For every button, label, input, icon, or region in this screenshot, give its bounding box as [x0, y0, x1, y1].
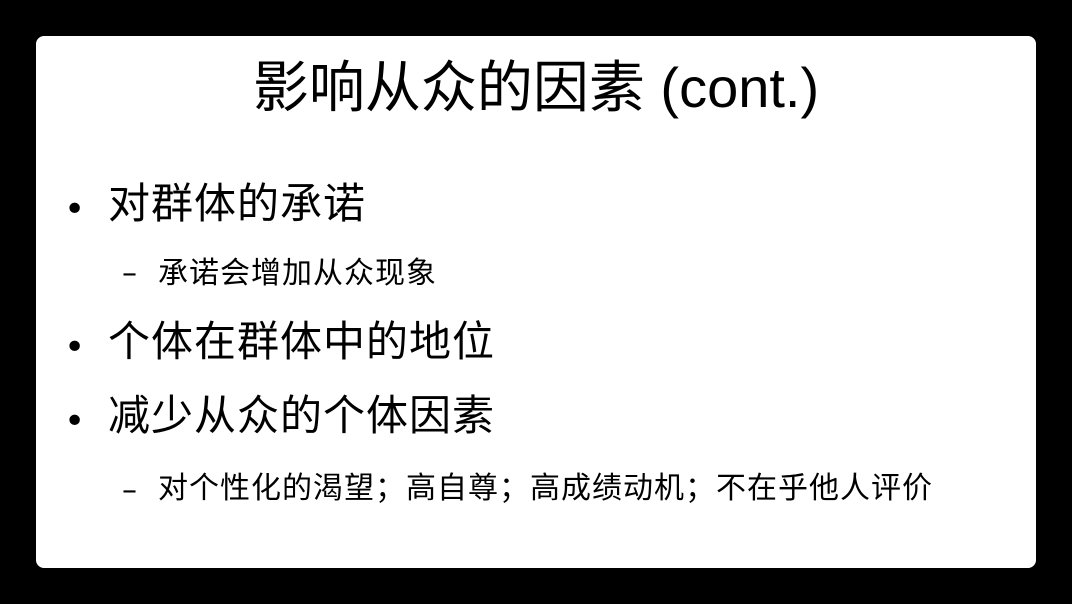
slide-title: 影响从众的因素 (cont.) [252, 56, 820, 119]
bullet-text: 对群体的承诺 [108, 179, 367, 228]
sub-item-text: 承诺会增加从众现象 [158, 256, 437, 291]
bullet-marker: • [64, 189, 86, 230]
bullet-marker: • [64, 327, 86, 368]
dash-marker: – [122, 256, 137, 291]
bullet-text: 个体在群体中的地位 [108, 317, 496, 366]
bullet-marker: • [64, 401, 86, 442]
sub-item-text: 对个性化的渴望；高自尊；高成绩动机；不在乎他人评价 [158, 471, 933, 506]
bullet-text: 减少从众的个体因素 [108, 391, 496, 440]
dash-marker: – [122, 473, 137, 508]
slide: 影响从众的因素 (cont.) • 对群体的承诺 – 承诺会增加从众现象 • 个… [36, 36, 1036, 568]
